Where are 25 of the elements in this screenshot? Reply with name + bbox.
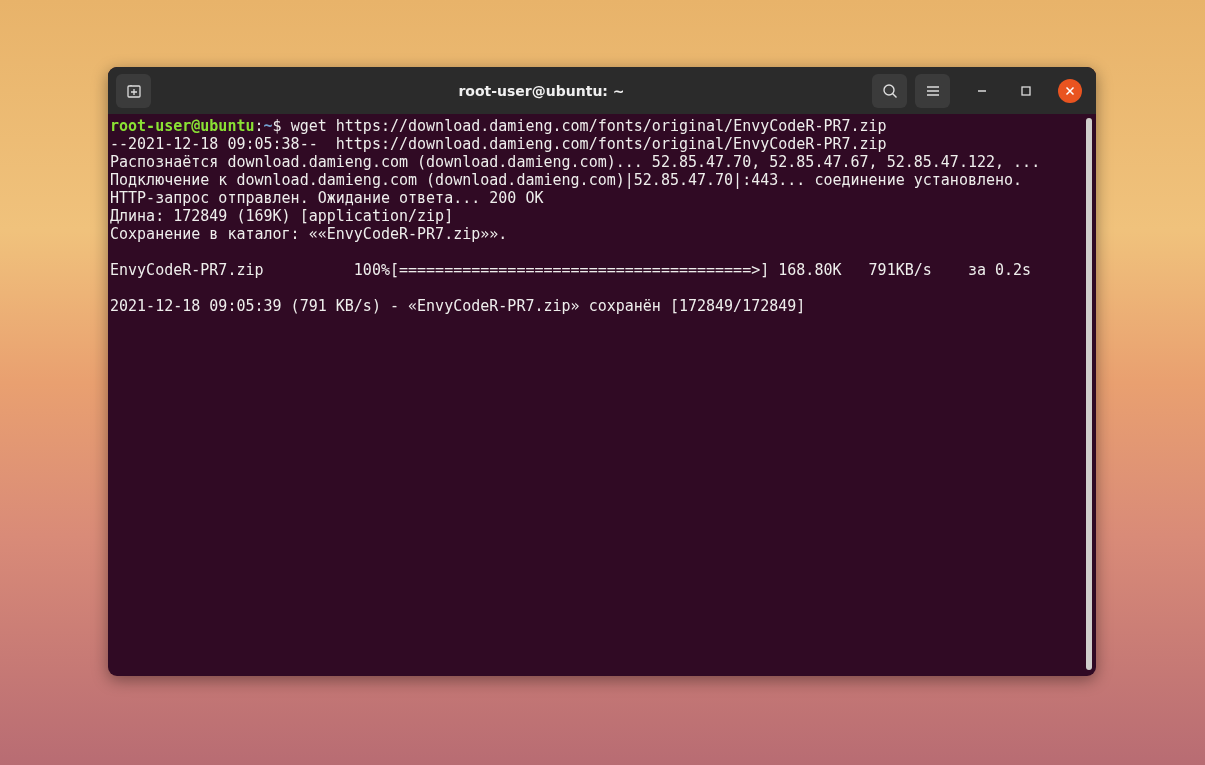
menu-button[interactable] <box>915 73 950 108</box>
output-line: Распознаётся download.damieng.com (download.damieng.com)... 52.85.47.70, 52.85.47.67, 52.85.47.122, ... <box>110 153 1041 171</box>
prompt-symbol: $ <box>272 117 282 135</box>
scrollbar[interactable] <box>1086 118 1092 670</box>
prompt-user-host: root-user@ubuntu <box>110 117 255 135</box>
close-button[interactable] <box>1058 78 1082 103</box>
prompt-path: ~ <box>263 117 273 135</box>
new-tab-icon <box>125 82 142 99</box>
output-line: HTTP-запрос отправлен. Ожидание ответа... 200 OK <box>110 189 544 207</box>
window-title: root-user@ubuntu: ~ <box>457 82 626 99</box>
menu-icon <box>925 84 940 97</box>
output-line: Подключение к download.damieng.com (download.damieng.com)|52.85.47.70|:443... соединение установлено. <box>110 171 1023 189</box>
prompt-separator: : <box>254 117 264 135</box>
output-line: Длина: 172849 (169K) [application/zip] <box>110 207 454 225</box>
new-tab-button[interactable] <box>116 73 151 108</box>
close-icon <box>1065 85 1075 96</box>
output-line: --2021-12-18 09:05:38-- https://download.damieng.com/fonts/original/EnvyCodeR-PR7.zip <box>110 135 887 153</box>
maximize-icon <box>1021 85 1031 96</box>
search-button[interactable] <box>872 73 907 108</box>
output-line: Сохранение в каталог: ««EnvyCodeR-PR7.zip»». <box>110 225 508 243</box>
command-text: wget https://download.damieng.com/fonts/original/EnvyCodeR-PR7.zip <box>290 117 887 135</box>
search-icon <box>881 82 898 99</box>
output-line: 2021-12-18 09:05:39 (791 KB/s) - «EnvyCodeR-PR7.zip» сохранён [172849/172849] <box>110 297 806 315</box>
output-line: EnvyCodeR-PR7.zip 100%[=======================================>] 168.80K 791KB/s за 0.2s <box>110 261 1032 279</box>
minimize-icon <box>977 89 987 92</box>
